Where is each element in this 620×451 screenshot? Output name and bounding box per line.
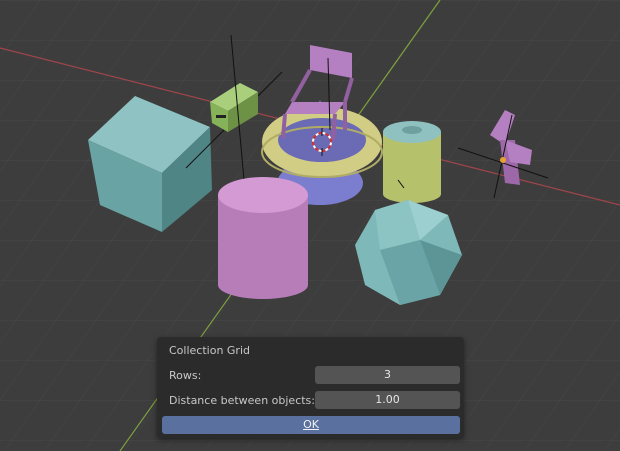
torus-object [261,107,383,178]
origin-dot [500,157,506,163]
dialog-title: Collection Grid [169,344,250,357]
ok-button[interactable]: OK [162,416,460,434]
collection-grid-dialog: Collection Grid Rows: 3 Distance between… [157,337,464,438]
distance-field[interactable]: 1.00 [315,391,460,409]
cylinder-object [218,177,308,299]
canister-object [383,121,441,203]
rows-field[interactable]: 3 [315,366,460,384]
distance-label: Distance between objects: [169,394,315,407]
rows-label: Rows: [169,369,202,382]
